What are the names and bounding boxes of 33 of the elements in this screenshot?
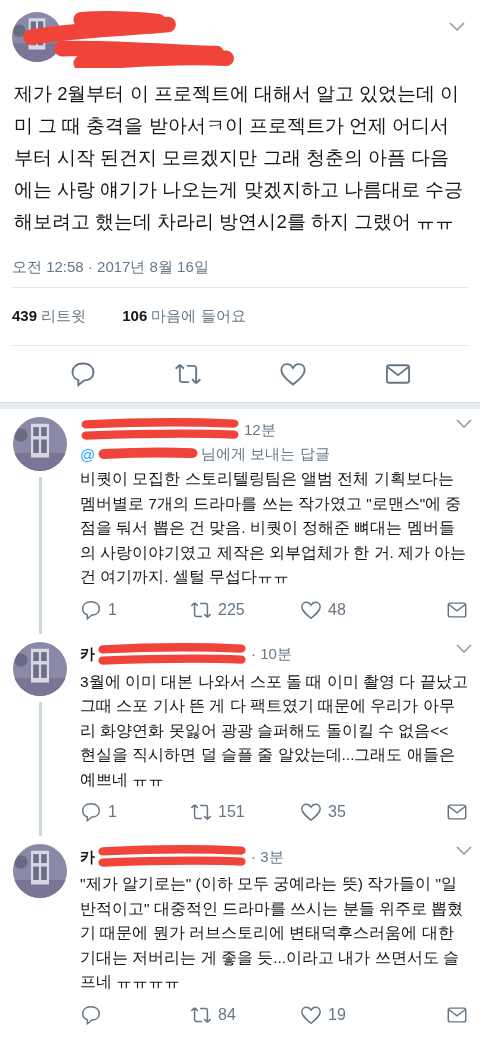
like-count: 19 [328,1005,346,1024]
chevron-down-icon[interactable] [449,22,465,32]
reply-count: 1 [108,600,117,619]
retweet-count: 225 [218,600,245,619]
retweet-count[interactable]: 439 리트윗 [12,307,87,326]
reply-text: 비퀏이 모집한 스토리텔링팀은 앨범 전체 기획보다는 멤버별로 7개의 드라마를 쓰는 작가였고 "로맨스"에 중점을 둬서 뽑은 건 맞음. 비퀏이 정해준 뼈대는 멤버들의 사랑이야기였고 제작은 외부업체가 한 거. 제가 아는 건 여기까지. 셀털 무섭다ㅠㅠ [80,469,468,587]
retweet-count: 151 [218,803,245,821]
user-name[interactable]: 카 [80,847,95,867]
reply-text: "제가 알기로는" (이하 모두 궁예라는 뜻) 작가들이 "일반적이고" 대중적인 드라마를 쓰시는 분들 위주로 뽑혔기 때문에 뭔가 러브스토리에 변태덕후스러움에 대한 기대는 저버리는 게 좋을 듯...이라고 내가 쓰면서도 슬프네 ㅠㅠㅠㅠ [80,874,465,992]
retweet-count: 84 [218,1005,236,1024]
reply-icon[interactable] [80,598,102,621]
reply-icon[interactable] [80,801,102,823]
chevron-down-icon[interactable] [456,419,472,429]
heart-icon[interactable] [300,598,322,621]
tweet-timestamp: 오전 12:58 · 2017년 8월 16일 [12,238,468,288]
like-count: 35 [328,803,346,821]
reply-text: 3월에 이미 대본 나와서 스포 돌 때 이미 촬영 다 끝났고 그때 스포 기사 뜬 게 다 팩트였기 때문에 우리가 아무리 화양연화 못잃어 광광 슬퍼해도 돌이킬 수 없음<< 현실을 직시하면 덜 슬플 줄 알았는데...그래도 애들은 예쁘네 ㅠㅠ [80,671,468,790]
like-count: 48 [328,600,346,619]
user-name[interactable]: 카 [80,645,95,664]
like-count[interactable]: 106 마음에 들어요 [122,307,246,326]
chevron-down-icon[interactable] [456,846,472,856]
heart-icon[interactable] [300,801,322,823]
tweet-text: 제가 2월부터 이 프로젝트에 대해서 알고 있었는데 이미 그 때 충격을 받아서ㅋ이 프로젝트가 언제 어디서부터 시작 된건지 모르겠지만 그래 청춘의 아픔 다음에는 사랑 얘기가 나오는게 맞겠지하고 나름대로 수긍해보려고 했는데 차라리 방연시2를 하지 그랬어 ㅠㅠ [13,82,464,234]
reply-time: 12분 [244,420,276,440]
reply-time: · 3분 [251,847,284,867]
envelope-icon[interactable] [446,801,468,823]
reply-count: 1 [108,803,117,821]
reply-to-label: 님에게 보내는 답글 [201,444,330,464]
chevron-down-icon[interactable] [456,643,472,654]
reply-time: · 10분 [251,645,292,664]
heart-icon[interactable] [278,360,307,388]
heart-icon[interactable] [300,1003,322,1026]
reply-icon[interactable] [80,1003,102,1026]
